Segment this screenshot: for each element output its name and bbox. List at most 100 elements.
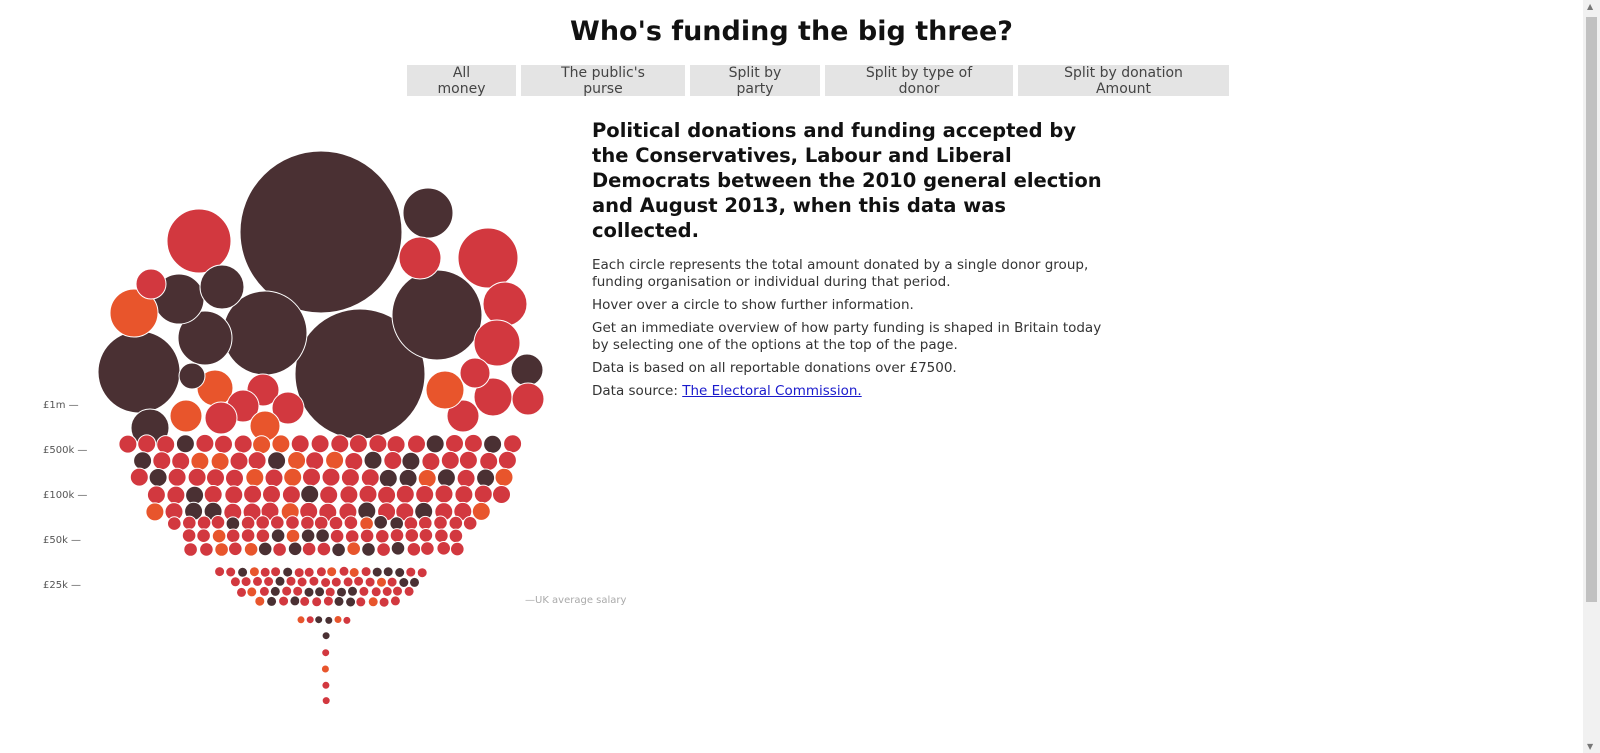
- donor-bubble[interactable]: [262, 484, 281, 504]
- donor-bubble[interactable]: [321, 467, 341, 487]
- donor-bubble[interactable]: [206, 468, 225, 488]
- donor-bubble[interactable]: [210, 452, 230, 471]
- donor-bubble[interactable]: [406, 542, 422, 557]
- donor-bubble[interactable]: [255, 528, 271, 544]
- donor-bubble[interactable]: [233, 434, 253, 454]
- donor-bubble[interactable]: [473, 484, 493, 504]
- donor-bubble[interactable]: [285, 515, 300, 530]
- donor-bubble[interactable]: [214, 434, 233, 454]
- donor-bubble[interactable]: [497, 450, 517, 470]
- donor-bubble[interactable]: [311, 596, 323, 608]
- donor-bubble[interactable]: [290, 434, 310, 454]
- electoral-commission-link[interactable]: The Electoral Commission.: [682, 383, 862, 399]
- donor-bubble[interactable]: [320, 664, 330, 674]
- donor-bubble[interactable]: [404, 528, 420, 543]
- donor-bubble[interactable]: [225, 528, 241, 544]
- donor-bubble[interactable]: [254, 595, 266, 607]
- donor-bubble[interactable]: [152, 451, 172, 471]
- donor-bubble[interactable]: [270, 515, 285, 530]
- donor-bubble[interactable]: [263, 576, 275, 587]
- donor-bubble[interactable]: [381, 586, 393, 597]
- donor-bubble[interactable]: [425, 370, 465, 410]
- donor-bubble[interactable]: [156, 435, 176, 455]
- donor-bubble[interactable]: [269, 585, 281, 597]
- donor-bubble[interactable]: [245, 468, 265, 487]
- donor-bubble[interactable]: [471, 501, 491, 521]
- donor-bubble[interactable]: [359, 516, 374, 532]
- donor-bubble[interactable]: [367, 596, 379, 608]
- donor-bubble[interactable]: [196, 515, 212, 531]
- donor-bubble[interactable]: [395, 484, 415, 504]
- donor-bubble[interactable]: [407, 434, 426, 454]
- donor-bubble[interactable]: [182, 515, 197, 531]
- donor-bubble[interactable]: [511, 382, 545, 416]
- donor-bubble[interactable]: [296, 576, 308, 588]
- donor-bubble[interactable]: [333, 615, 343, 624]
- donor-bubble[interactable]: [314, 586, 326, 598]
- donor-bubble[interactable]: [355, 596, 367, 608]
- donor-bubble[interactable]: [386, 435, 406, 455]
- donor-bubble[interactable]: [330, 434, 350, 454]
- donor-bubble[interactable]: [510, 353, 544, 387]
- donor-bubble[interactable]: [305, 451, 325, 471]
- donor-bubble[interactable]: [320, 577, 332, 588]
- donor-bubble[interactable]: [456, 468, 476, 488]
- donor-bubble[interactable]: [243, 484, 263, 504]
- donor-bubble[interactable]: [258, 585, 270, 597]
- donor-bubble[interactable]: [167, 467, 187, 487]
- donor-bubble[interactable]: [398, 577, 410, 588]
- tab-split-by-donor-type[interactable]: Split by type of donor: [825, 65, 1013, 97]
- donor-bubble[interactable]: [360, 468, 380, 488]
- donor-bubble[interactable]: [272, 542, 287, 557]
- donor-bubble[interactable]: [187, 467, 207, 487]
- donor-bubble[interactable]: [425, 434, 445, 454]
- donor-bubble[interactable]: [340, 468, 360, 488]
- donor-bubble[interactable]: [278, 595, 290, 607]
- donor-bubble[interactable]: [240, 576, 252, 588]
- donor-bubble[interactable]: [240, 515, 256, 531]
- donor-bubble[interactable]: [171, 451, 191, 471]
- donor-bubble[interactable]: [401, 451, 421, 471]
- triangle-down-icon[interactable]: ▼: [1587, 742, 1593, 751]
- donor-bubble[interactable]: [394, 567, 406, 578]
- donor-bubble[interactable]: [482, 281, 528, 327]
- donor-bubble[interactable]: [326, 566, 338, 578]
- donor-bubble[interactable]: [403, 585, 415, 597]
- donor-bubble[interactable]: [97, 330, 181, 414]
- donor-bubble[interactable]: [421, 452, 441, 471]
- tab-split-by-party[interactable]: Split by party: [690, 65, 820, 97]
- donor-bubble[interactable]: [310, 434, 330, 454]
- donor-bubble[interactable]: [199, 264, 245, 310]
- donor-bubble[interactable]: [185, 485, 205, 505]
- donor-bubble[interactable]: [225, 516, 241, 532]
- donor-bubble[interactable]: [229, 576, 241, 588]
- donor-bubble[interactable]: [228, 541, 243, 557]
- donor-bubble[interactable]: [402, 187, 454, 239]
- donor-bubble[interactable]: [364, 576, 376, 588]
- donor-bubble[interactable]: [389, 595, 401, 607]
- donor-bubble[interactable]: [257, 541, 273, 557]
- donor-bubble[interactable]: [398, 236, 442, 280]
- donor-bubble[interactable]: [321, 631, 331, 641]
- donor-bubble[interactable]: [331, 542, 346, 558]
- donor-bubble[interactable]: [376, 576, 387, 588]
- donor-bubble[interactable]: [210, 515, 226, 530]
- donor-bubble[interactable]: [236, 586, 247, 598]
- donor-bubble[interactable]: [255, 515, 271, 530]
- donor-bubble[interactable]: [296, 615, 306, 625]
- donor-bubble[interactable]: [378, 596, 390, 608]
- donor-bubble[interactable]: [418, 528, 434, 543]
- donor-bubble[interactable]: [445, 434, 464, 453]
- triangle-up-icon[interactable]: ▲: [1587, 2, 1593, 11]
- donor-bubble[interactable]: [283, 467, 303, 487]
- vertical-scrollbar[interactable]: ▲ ▼: [1583, 0, 1600, 753]
- donor-bubble[interactable]: [339, 485, 359, 505]
- donor-bubble[interactable]: [196, 528, 211, 544]
- donor-bubble[interactable]: [148, 468, 168, 487]
- donor-bubble[interactable]: [313, 515, 329, 531]
- donor-bubble[interactable]: [418, 515, 433, 531]
- donor-bubble[interactable]: [300, 515, 315, 531]
- donor-bubble[interactable]: [225, 468, 244, 488]
- donor-bubble[interactable]: [252, 575, 263, 587]
- donor-bubble[interactable]: [305, 615, 315, 625]
